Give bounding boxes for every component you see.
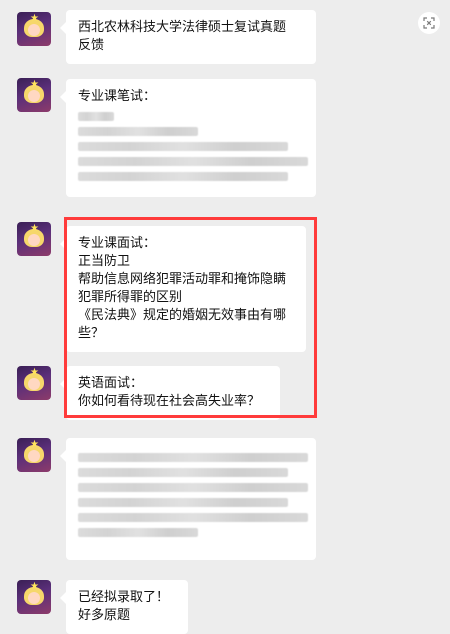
blurred-line — [78, 468, 288, 477]
message-line: 专业课笔试： — [78, 89, 157, 104]
message-line: 《民法典》规定的婚姻无效事由有哪 — [78, 308, 287, 323]
blurred-line — [78, 513, 308, 522]
star-icon: ★ — [30, 223, 39, 234]
message-bubble[interactable]: 西北农林科技大学法律硕士复试真题 反馈 — [60, 10, 316, 64]
message-line: 帮助信息网络犯罪活动罪和掩饰隐瞒 — [78, 272, 287, 287]
blurred-line — [78, 157, 308, 166]
avatar[interactable]: ★ — [17, 78, 51, 112]
blurred-line — [78, 142, 288, 151]
message-line: 好多原题 — [78, 608, 131, 623]
avatar[interactable]: ★ — [17, 366, 51, 400]
star-icon: ★ — [30, 439, 39, 450]
avatar[interactable]: ★ — [17, 222, 51, 256]
message-bubble[interactable]: 已经拟录取了！ 好多原题 — [60, 580, 188, 634]
star-icon: ★ — [30, 367, 39, 378]
avatar-face — [28, 592, 40, 604]
avatar-face — [28, 24, 40, 36]
message-bubble[interactable]: 专业课笔试： — [60, 79, 316, 197]
message-line: 反馈 — [78, 38, 105, 53]
message-line: 正当防卫 — [78, 254, 131, 269]
avatar[interactable]: ★ — [17, 438, 51, 472]
blurred-line — [78, 498, 288, 507]
expand-icon[interactable] — [418, 12, 440, 34]
avatar[interactable]: ★ — [17, 580, 51, 614]
star-icon: ★ — [30, 13, 39, 24]
blurred-line — [78, 112, 114, 121]
expand-icon-graphic — [423, 17, 435, 29]
message-line: 专业课面试： — [78, 236, 157, 251]
blurred-line — [78, 483, 308, 492]
message-line: 西北农林科技大学法律硕士复试真题 — [78, 20, 287, 35]
message-bubble[interactable]: 专业课面试： 正当防卫 帮助信息网络犯罪活动罪和掩饰隐瞒 犯罪所得罪的区别 《民… — [60, 226, 306, 352]
avatar-face — [28, 234, 40, 246]
blurred-line — [78, 127, 198, 136]
message-bubble[interactable] — [60, 438, 316, 560]
blurred-line — [78, 172, 288, 181]
blurred-line — [78, 528, 198, 537]
avatar-face — [28, 378, 40, 390]
message-line: 已经拟录取了！ — [78, 590, 170, 605]
avatar-face — [28, 90, 40, 102]
star-icon: ★ — [30, 79, 39, 90]
blurred-content — [78, 112, 308, 181]
message-line: 你如何看待现在社会高失业率？ — [78, 394, 261, 409]
blurred-content — [78, 453, 308, 537]
message-line: 英语面试： — [78, 376, 144, 391]
avatar[interactable]: ★ — [17, 12, 51, 46]
message-line: 些？ — [78, 326, 105, 341]
avatar-face — [28, 450, 40, 462]
star-icon: ★ — [30, 581, 39, 592]
message-bubble[interactable]: 英语面试： 你如何看待现在社会高失业率？ — [60, 366, 280, 420]
blurred-line — [78, 453, 308, 462]
message-line: 犯罪所得罪的区别 — [78, 290, 183, 305]
